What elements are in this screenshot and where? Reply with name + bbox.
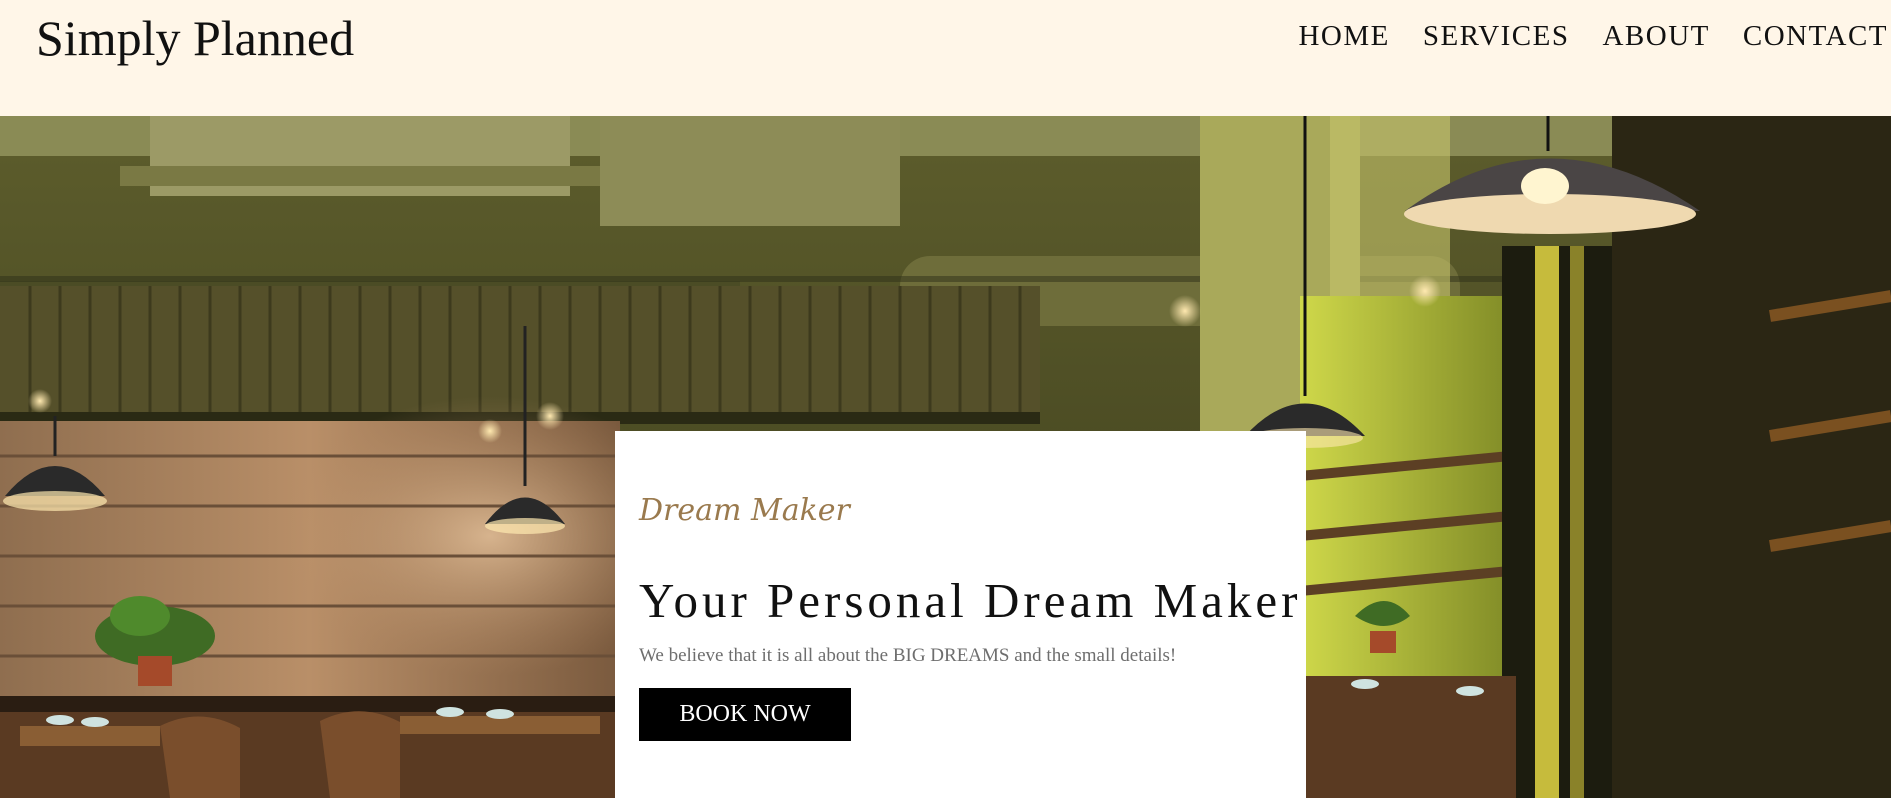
hero-title: Your Personal Dream Maker	[639, 573, 1302, 628]
hero-card: Dream Maker Your Personal Dream Maker We…	[615, 431, 1306, 798]
nav-home-link[interactable]: HOME	[1298, 16, 1389, 56]
hero-script-title: Dream Maker	[639, 493, 850, 528]
nav-contact-link[interactable]: CONTACT	[1743, 16, 1888, 56]
book-now-button[interactable]: BOOK NOW	[639, 688, 851, 741]
hero-description: We believe that it is all about the BIG …	[639, 645, 1177, 666]
nav-services-link[interactable]: SERVICES	[1423, 16, 1570, 56]
site-header: Simply Planned HOME SERVICES ABOUT CONTA…	[0, 0, 1891, 116]
main-navigation: HOME SERVICES ABOUT CONTACT	[1265, 16, 1888, 56]
site-logo-text[interactable]: Simply Planned	[36, 8, 354, 68]
nav-about-link[interactable]: ABOUT	[1602, 16, 1709, 56]
